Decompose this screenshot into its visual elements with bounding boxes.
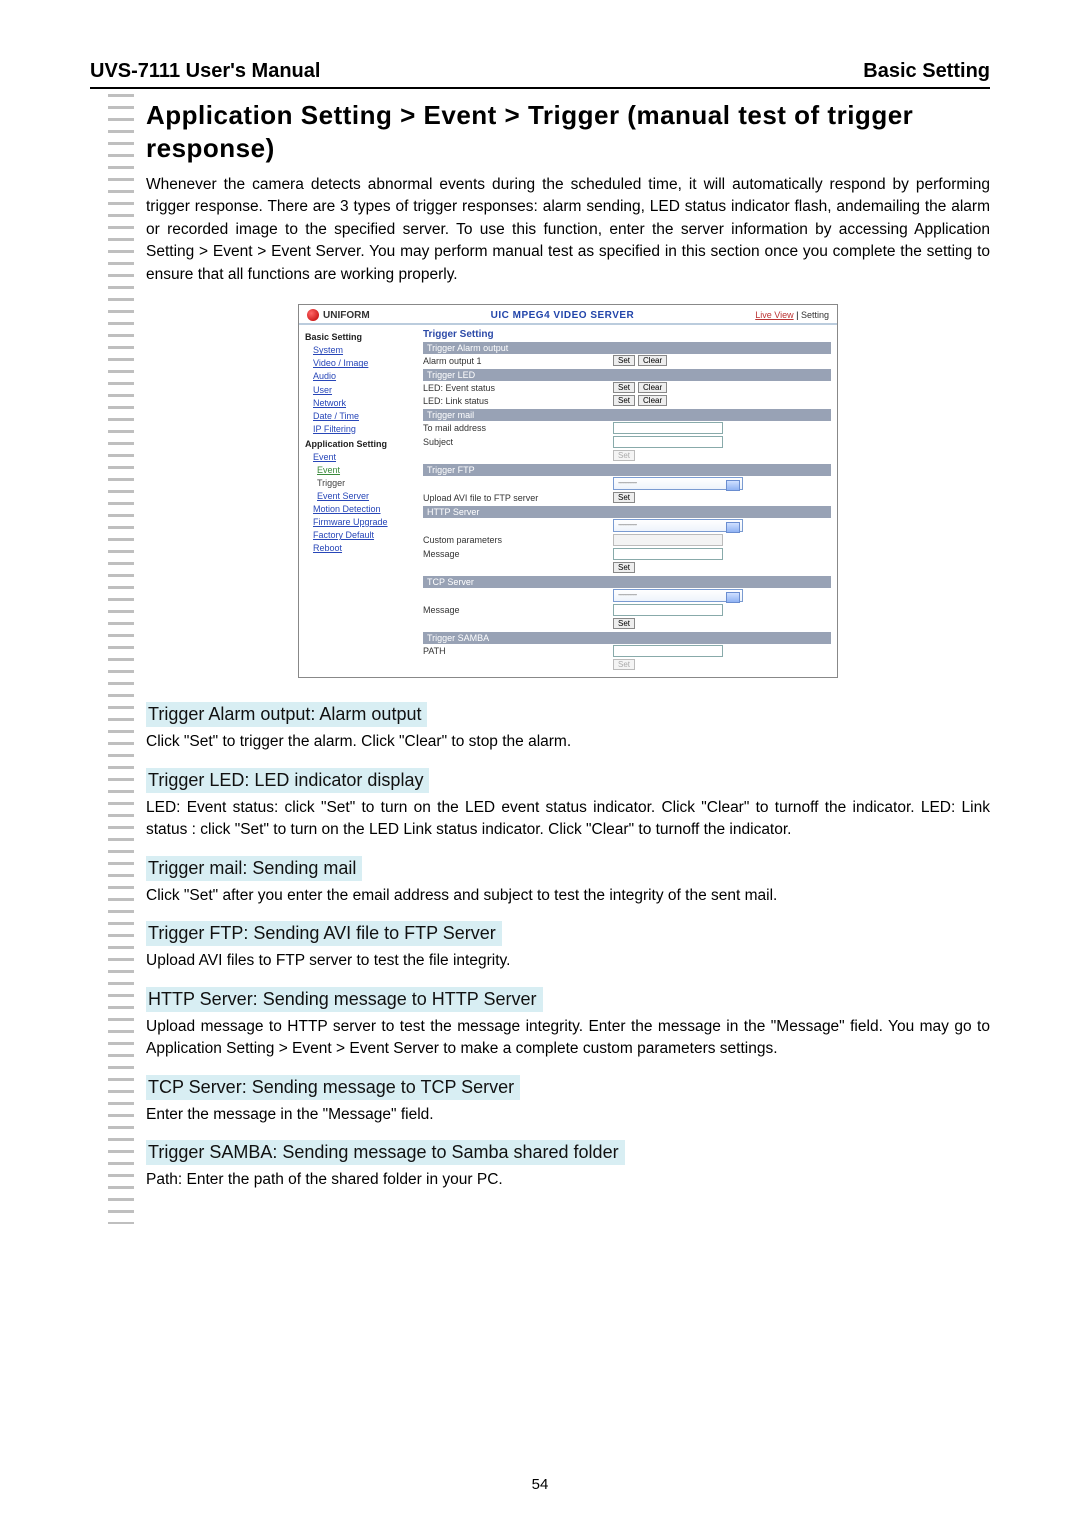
sidebar-basic-heading: Basic Setting xyxy=(305,331,411,344)
section-4-title: Trigger FTP: Sending AVI file to FTP Ser… xyxy=(146,921,502,946)
brand-icon xyxy=(307,309,319,321)
section-7-title: Trigger SAMBA: Sending message to Samba … xyxy=(146,1140,625,1165)
tcp-set-button[interactable]: Set xyxy=(613,618,635,629)
sidebar-item-event[interactable]: Event xyxy=(305,451,411,464)
samba-path-input[interactable] xyxy=(613,645,723,657)
section-7-body: Path: Enter the path of the shared folde… xyxy=(146,1169,990,1191)
trigger-setting-heading: Trigger Setting xyxy=(423,329,831,340)
mail-to-label: To mail address xyxy=(423,423,613,433)
sidebar-item-date-time[interactable]: Date / Time xyxy=(305,410,411,423)
header-right: Basic Setting xyxy=(863,60,990,83)
band-samba: Trigger SAMBA xyxy=(423,632,831,644)
sidebar-item-network[interactable]: Network xyxy=(305,397,411,410)
led-link-label: LED: Link status xyxy=(423,396,613,406)
led-link-set-button[interactable]: Set xyxy=(613,395,635,406)
left-margin-ticks xyxy=(108,94,134,1224)
tcp-message-label: Message xyxy=(423,605,613,615)
intro-paragraph: Whenever the camera detects abnormal eve… xyxy=(146,174,990,286)
admin-sidebar: Basic Setting System Video / Image Audio… xyxy=(299,325,417,677)
section-5-title: HTTP Server: Sending message to HTTP Ser… xyxy=(146,987,543,1012)
mail-subject-input[interactable] xyxy=(613,436,723,448)
section-1-title: Trigger Alarm output: Alarm output xyxy=(146,702,427,727)
sidebar-item-factory-default[interactable]: Factory Default xyxy=(305,529,411,542)
sidebar-item-motion-detection[interactable]: Motion Detection xyxy=(305,503,411,516)
led-event-label: LED: Event status xyxy=(423,383,613,393)
samba-path-label: PATH xyxy=(423,646,613,656)
ftp-server-select[interactable]: ----------- xyxy=(613,477,743,490)
tcp-server-select[interactable]: ----------- xyxy=(613,589,743,602)
section-3-title: Trigger mail: Sending mail xyxy=(146,856,362,881)
header-left: UVS-7111 User's Manual xyxy=(90,60,320,83)
mail-set-button[interactable]: Set xyxy=(613,450,635,461)
http-custom-input[interactable] xyxy=(613,534,723,546)
led-event-clear-button[interactable]: Clear xyxy=(638,382,667,393)
led-event-set-button[interactable]: Set xyxy=(613,382,635,393)
led-link-clear-button[interactable]: Clear xyxy=(638,395,667,406)
section-6-title: TCP Server: Sending message to TCP Serve… xyxy=(146,1075,520,1100)
sidebar-item-reboot[interactable]: Reboot xyxy=(305,542,411,555)
section-4-body: Upload AVI files to FTP server to test t… xyxy=(146,950,990,972)
section-3-body: Click "Set" after you enter the email ad… xyxy=(146,885,990,907)
server-title: UIC MPEG4 VIDEO SERVER xyxy=(491,310,635,321)
band-ftp: Trigger FTP xyxy=(423,464,831,476)
alarm-clear-button[interactable]: Clear xyxy=(638,355,667,366)
sidebar-subitem-trigger[interactable]: Trigger xyxy=(305,477,411,490)
ftp-set-button[interactable]: Set xyxy=(613,492,635,503)
brand: UNIFORM xyxy=(307,309,370,321)
page-header: UVS-7111 User's Manual Basic Setting xyxy=(90,60,990,89)
section-2-body: LED: Event status: click "Set" to turn o… xyxy=(146,797,990,842)
alarm-output-1-label: Alarm output 1 xyxy=(423,356,613,366)
mail-subject-label: Subject xyxy=(423,437,613,447)
page-title: Application Setting > Event > Trigger (m… xyxy=(146,99,990,164)
ftp-upload-label: Upload AVI file to FTP server xyxy=(423,493,613,503)
sidebar-item-audio[interactable]: Audio xyxy=(305,370,411,383)
live-view-link[interactable]: Live View xyxy=(755,310,793,320)
page-number: 54 xyxy=(0,1476,1080,1493)
band-mail: Trigger mail xyxy=(423,409,831,421)
samba-set-button[interactable]: Set xyxy=(613,659,635,670)
band-alarm: Trigger Alarm output xyxy=(423,342,831,354)
sidebar-item-ip-filtering[interactable]: IP Filtering xyxy=(305,423,411,436)
admin-main-panel: Trigger Setting Trigger Alarm output Ala… xyxy=(417,325,837,677)
sidebar-item-user[interactable]: User xyxy=(305,384,411,397)
section-1-body: Click "Set" to trigger the alarm. Click … xyxy=(146,731,990,753)
section-2-title: Trigger LED: LED indicator display xyxy=(146,768,429,793)
sidebar-subitem-event-server[interactable]: Event Server xyxy=(305,490,411,503)
http-server-select[interactable]: ----------- xyxy=(613,519,743,532)
mail-to-input[interactable] xyxy=(613,422,723,434)
admin-screenshot: UNIFORM UIC MPEG4 VIDEO SERVER Live View… xyxy=(298,304,838,678)
http-message-input[interactable] xyxy=(613,548,723,560)
tcp-message-input[interactable] xyxy=(613,604,723,616)
http-set-button[interactable]: Set xyxy=(613,562,635,573)
http-custom-label: Custom parameters xyxy=(423,535,613,545)
section-5-body: Upload message to HTTP server to test th… xyxy=(146,1016,990,1061)
top-links: Live View | Setting xyxy=(755,310,829,320)
http-message-label: Message xyxy=(423,549,613,559)
sidebar-item-firmware-upgrade[interactable]: Firmware Upgrade xyxy=(305,516,411,529)
band-led: Trigger LED xyxy=(423,369,831,381)
section-6-body: Enter the message in the "Message" field… xyxy=(146,1104,990,1126)
sidebar-item-video-image[interactable]: Video / Image xyxy=(305,357,411,370)
setting-link[interactable]: Setting xyxy=(801,310,829,320)
alarm-set-button[interactable]: Set xyxy=(613,355,635,366)
sidebar-app-heading: Application Setting xyxy=(305,438,411,451)
band-tcp: TCP Server xyxy=(423,576,831,588)
brand-text: UNIFORM xyxy=(323,310,370,321)
band-http: HTTP Server xyxy=(423,506,831,518)
sidebar-item-system[interactable]: System xyxy=(305,344,411,357)
sidebar-subitem-event[interactable]: Event xyxy=(305,464,411,477)
